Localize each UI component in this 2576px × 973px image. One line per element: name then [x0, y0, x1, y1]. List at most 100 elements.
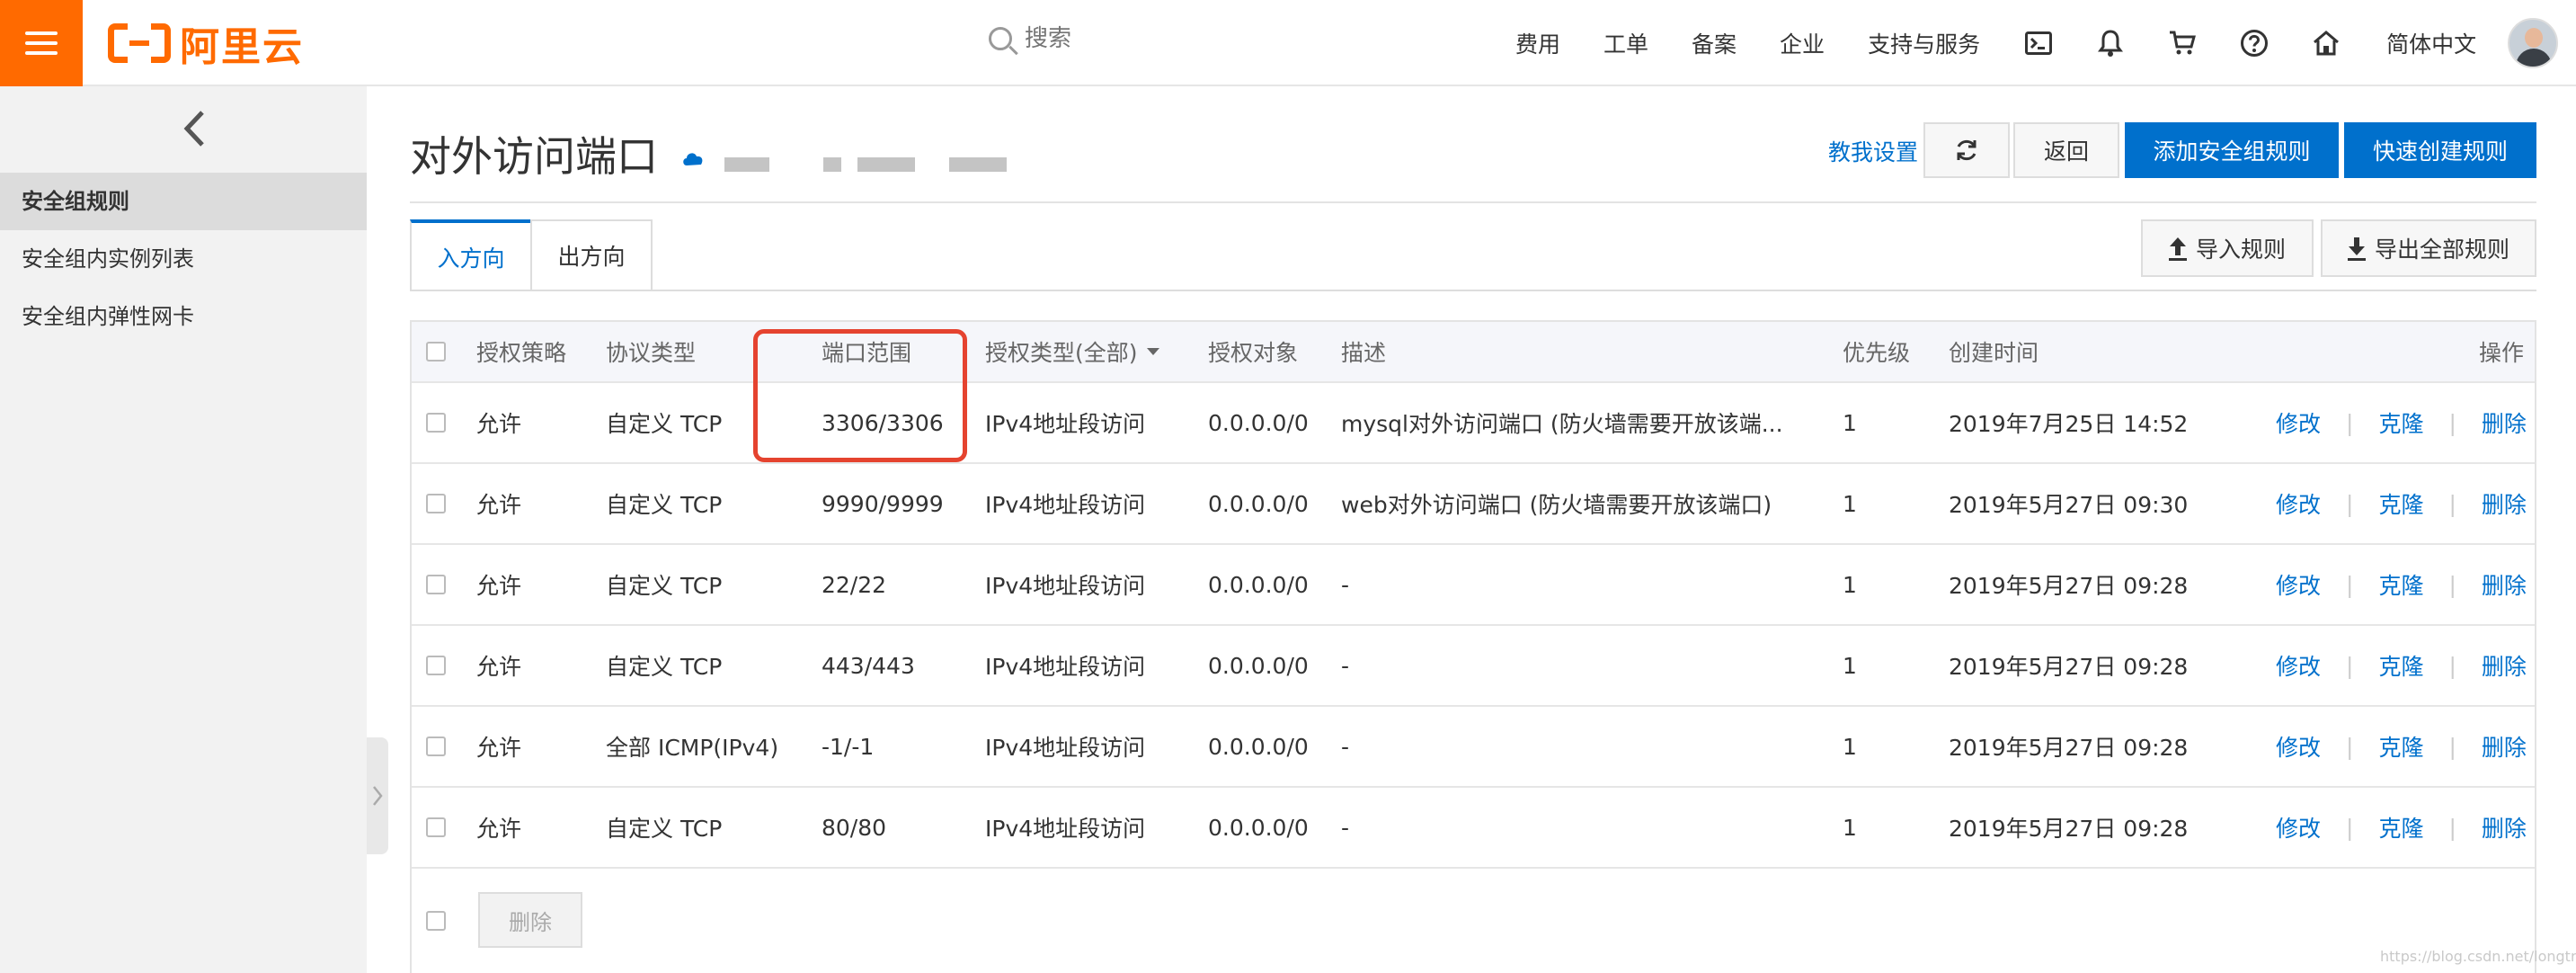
search-icon — [989, 27, 1012, 50]
refresh-button[interactable] — [1923, 122, 2010, 178]
clone-link[interactable]: 克隆 — [2378, 649, 2423, 682]
edit-link[interactable]: 修改 — [2276, 730, 2321, 763]
search-box[interactable] — [989, 25, 1294, 52]
separator: | — [2346, 490, 2354, 517]
back-button[interactable]: 返回 — [2013, 122, 2119, 178]
select-all-checkbox[interactable] — [426, 322, 446, 381]
cell-desc: - — [1341, 733, 1350, 760]
logo[interactable]: 阿里云 — [108, 20, 304, 70]
home-icon[interactable] — [2311, 28, 2341, 58]
nav-icp[interactable]: 备案 — [1692, 27, 1737, 59]
cell-desc: web对外访问端口 (防火墙需要开放该端口) — [1341, 492, 1772, 518]
cell-created: 2019年5月27日 09:30 — [1949, 492, 2189, 518]
cell-protocol: 自定义 TCP — [606, 654, 723, 680]
col-desc: 描述 — [1341, 340, 1387, 366]
separator: | — [2448, 814, 2456, 841]
cell-desc: - — [1341, 571, 1350, 598]
bulk-delete-button[interactable]: 删除 — [478, 892, 582, 948]
export-rules-button[interactable]: 导出全部规则 — [2321, 219, 2536, 277]
cell-created: 2019年7月25日 14:52 — [1949, 411, 2189, 437]
cell-target: 0.0.0.0/0 — [1208, 490, 1309, 517]
cell-auth-type: IPv4地址段访问 — [985, 735, 1146, 761]
row-checkbox[interactable] — [426, 545, 446, 624]
cell-target: 0.0.0.0/0 — [1208, 409, 1309, 436]
cell-port: 3306/3306 — [822, 409, 944, 436]
cell-policy: 允许 — [476, 735, 522, 761]
separator: | — [2346, 733, 2354, 760]
cell-protocol: 全部 ICMP(IPv4) — [606, 735, 779, 761]
logo-text: 阿里云 — [180, 24, 304, 70]
row-checkbox[interactable] — [426, 626, 446, 705]
back-arrow-icon[interactable] — [176, 106, 212, 151]
export-rules-label: 导出全部规则 — [2374, 237, 2509, 263]
tab-inbound[interactable]: 入方向 — [410, 219, 532, 291]
col-auth-type[interactable]: 授权类型(全部) — [985, 322, 1159, 381]
sidebar-item-rules[interactable]: 安全组规则 — [0, 173, 367, 230]
row-checkbox[interactable] — [426, 788, 446, 867]
delete-link[interactable]: 删除 — [2482, 730, 2527, 763]
cell-target: 0.0.0.0/0 — [1208, 733, 1309, 760]
table-row: 允许 自定义 TCP 443/443 IPv4地址段访问 0.0.0.0/0 -… — [412, 626, 2535, 707]
quick-create-button[interactable]: 快速创建规则 — [2344, 122, 2536, 178]
sidebar: 安全组规则 安全组内实例列表 安全组内弹性网卡 — [0, 86, 367, 973]
cart-icon[interactable] — [2167, 28, 2198, 58]
avatar[interactable] — [2508, 18, 2558, 68]
footer-select-checkbox[interactable] — [426, 869, 446, 973]
col-created: 创建时间 — [1949, 340, 2039, 366]
cloud-sync-icon[interactable] — [681, 149, 705, 167]
cell-port: 9990/9999 — [822, 490, 944, 517]
separator: | — [2448, 652, 2456, 679]
row-actions: 修改 | 克隆 | 删除 — [2276, 464, 2527, 543]
table-row: 允许 自定义 TCP 80/80 IPv4地址段访问 0.0.0.0/0 - 1… — [412, 788, 2535, 869]
add-rule-button[interactable]: 添加安全组规则 — [2125, 122, 2339, 178]
nav-support[interactable]: 支持与服务 — [1868, 27, 1980, 59]
row-checkbox[interactable] — [426, 383, 446, 462]
cell-auth-type: IPv4地址段访问 — [985, 654, 1146, 680]
sidebar-item-instances[interactable]: 安全组内实例列表 — [0, 230, 367, 288]
clone-link[interactable]: 克隆 — [2378, 730, 2423, 763]
tab-outbound[interactable]: 出方向 — [530, 219, 653, 291]
delete-link[interactable]: 删除 — [2482, 406, 2527, 439]
sidebar-item-eni[interactable]: 安全组内弹性网卡 — [0, 288, 367, 345]
cell-port: 443/443 — [822, 652, 915, 679]
col-ops: 操作 — [2479, 340, 2525, 366]
direction-tabs: 入方向 出方向 — [410, 219, 653, 291]
edit-link[interactable]: 修改 — [2276, 406, 2321, 439]
nav-enterprise[interactable]: 企业 — [1780, 27, 1825, 59]
delete-link[interactable]: 删除 — [2482, 568, 2527, 601]
clone-link[interactable]: 克隆 — [2378, 811, 2423, 844]
import-rules-button[interactable]: 导入规则 — [2141, 219, 2314, 277]
delete-link[interactable]: 删除 — [2482, 811, 2527, 844]
col-target: 授权对象 — [1208, 340, 1299, 366]
top-bar: 阿里云 费用 工单 备案 企业 支持与服务 简体中文 — [0, 0, 2576, 86]
clone-link[interactable]: 克隆 — [2378, 568, 2423, 601]
nav-billing[interactable]: 费用 — [1515, 27, 1560, 59]
row-checkbox[interactable] — [426, 707, 446, 786]
col-policy: 授权策略 — [476, 340, 567, 366]
table-row: 允许 自定义 TCP 22/22 IPv4地址段访问 0.0.0.0/0 - 1… — [412, 545, 2535, 626]
language-switch[interactable]: 简体中文 — [2386, 27, 2476, 59]
edit-link[interactable]: 修改 — [2276, 811, 2321, 844]
help-link[interactable]: 教我设置 — [1828, 135, 1918, 167]
terminal-icon[interactable] — [2023, 28, 2054, 58]
clone-link[interactable]: 克隆 — [2378, 487, 2423, 520]
cell-auth-type: IPv4地址段访问 — [985, 492, 1146, 518]
bell-icon[interactable] — [2095, 28, 2126, 58]
cell-created: 2019年5月27日 09:28 — [1949, 735, 2189, 761]
row-checkbox[interactable] — [426, 464, 446, 543]
table-header: 授权策略 协议类型 端口范围 授权类型(全部) 授权对象 描述 优先级 创建时间… — [412, 322, 2535, 383]
help-icon[interactable] — [2239, 28, 2270, 58]
search-input[interactable] — [1025, 25, 1294, 52]
clone-link[interactable]: 克隆 — [2378, 406, 2423, 439]
redacted-id — [724, 157, 769, 172]
nav-tickets[interactable]: 工单 — [1603, 27, 1648, 59]
sidebar-toggle[interactable] — [367, 737, 388, 854]
edit-link[interactable]: 修改 — [2276, 568, 2321, 601]
table-row: 允许 自定义 TCP 3306/3306 IPv4地址段访问 0.0.0.0/0… — [412, 383, 2535, 464]
delete-link[interactable]: 删除 — [2482, 487, 2527, 520]
cell-protocol: 自定义 TCP — [606, 411, 723, 437]
edit-link[interactable]: 修改 — [2276, 487, 2321, 520]
edit-link[interactable]: 修改 — [2276, 649, 2321, 682]
delete-link[interactable]: 删除 — [2482, 649, 2527, 682]
menu-icon[interactable] — [0, 0, 83, 86]
